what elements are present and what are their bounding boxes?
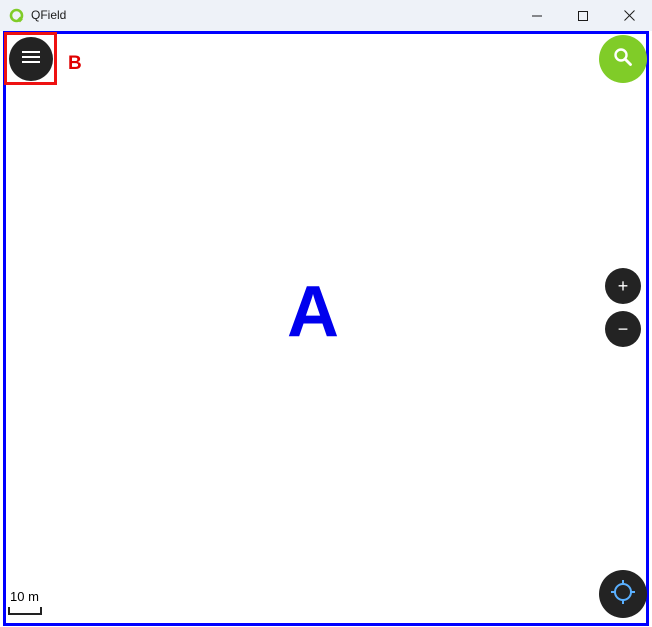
zoom-out-button[interactable]: −	[605, 311, 641, 347]
scale-bar-label: 10 m	[10, 589, 39, 604]
gps-location-button[interactable]	[599, 570, 647, 618]
close-button[interactable]	[606, 0, 652, 31]
annotation-label-a: A	[287, 272, 339, 352]
crosshair-location-icon	[610, 579, 636, 610]
qfield-logo-icon	[9, 8, 24, 23]
window-titlebar: QField	[0, 0, 652, 31]
minimize-icon	[532, 11, 542, 21]
window-title: QField	[31, 8, 67, 22]
minimize-button[interactable]	[514, 0, 560, 31]
annotation-label-b: B	[68, 53, 82, 74]
zoom-in-button[interactable]: +	[605, 268, 641, 304]
search-button[interactable]	[599, 35, 647, 83]
maximize-icon	[578, 10, 588, 21]
annotation-highlight-box	[4, 32, 57, 85]
maximize-button[interactable]	[560, 0, 606, 31]
scale-bar	[8, 607, 42, 615]
close-icon	[623, 10, 635, 21]
search-icon	[613, 47, 633, 72]
